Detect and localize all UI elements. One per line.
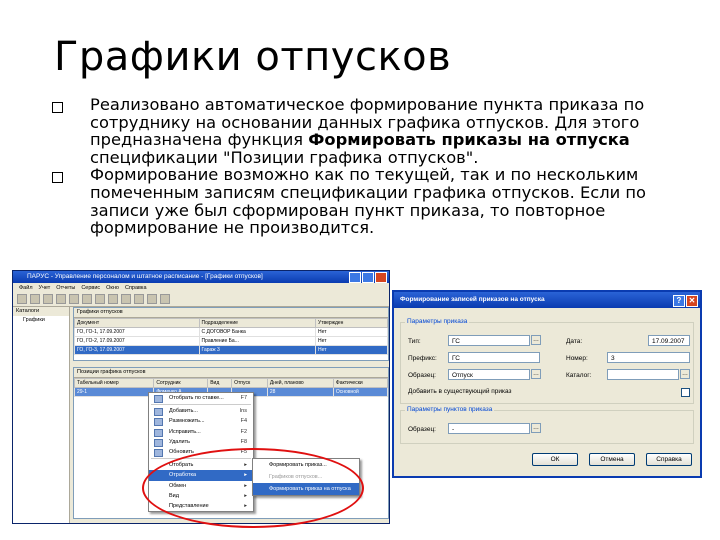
copy-icon bbox=[154, 418, 163, 427]
toolbar-button[interactable] bbox=[121, 294, 131, 304]
close-icon[interactable] bbox=[375, 272, 387, 283]
toolbar-button[interactable] bbox=[95, 294, 105, 304]
catalog-field[interactable] bbox=[607, 369, 679, 380]
toolbar-button[interactable] bbox=[17, 294, 27, 304]
maximize-icon[interactable] bbox=[362, 272, 374, 283]
menu-file[interactable]: Файл bbox=[19, 283, 33, 293]
toolbar-button[interactable] bbox=[160, 294, 170, 304]
table-row[interactable]: ГО, ГО-2, 17.09.2007 Правление Ба... Нет bbox=[74, 336, 388, 346]
column-header[interactable]: Вид bbox=[207, 378, 233, 388]
number-field[interactable]: 3 bbox=[607, 352, 690, 363]
menu-bar: Файл Учет Отчеты Сервис Окно Справка bbox=[13, 283, 389, 293]
toolbar-button[interactable] bbox=[43, 294, 53, 304]
close-icon[interactable]: ✕ bbox=[686, 295, 698, 307]
minimize-icon[interactable] bbox=[349, 272, 361, 283]
bullet-list: Реализовано автоматическое формирование … bbox=[48, 96, 698, 237]
column-header[interactable]: Фактически bbox=[332, 378, 389, 388]
column-header[interactable]: Документ bbox=[74, 318, 200, 328]
toolbar-button[interactable] bbox=[134, 294, 144, 304]
add-existing-label: Добавить в существующий приказ bbox=[408, 388, 512, 395]
main-window-titlebar: ПАРУС - Управление персоналом и штатное … bbox=[13, 271, 389, 283]
toolbar-button[interactable] bbox=[147, 294, 157, 304]
column-header[interactable]: Отпуск bbox=[231, 378, 268, 388]
catalog-item-schedules[interactable]: Графики bbox=[13, 316, 69, 325]
menu-item-delete[interactable]: Удалить F8 bbox=[149, 437, 253, 447]
menu-divider bbox=[151, 404, 251, 406]
bullet-item: Реализовано автоматическое формирование … bbox=[48, 96, 698, 166]
add-icon bbox=[154, 408, 163, 417]
grid-caption: Графики отпусков bbox=[74, 308, 388, 318]
bullet-text: Формирование возможно как по текущей, та… bbox=[90, 165, 646, 238]
function-name: Формировать приказы на отпуска bbox=[308, 130, 630, 150]
toolbar-button[interactable] bbox=[69, 294, 79, 304]
type-picker-button[interactable]: … bbox=[531, 335, 541, 345]
column-header[interactable]: Дней, планово bbox=[266, 378, 334, 388]
catalog-label: Каталог: bbox=[566, 372, 592, 379]
column-header[interactable]: Табельный номер bbox=[73, 378, 155, 388]
help-icon[interactable]: ? bbox=[673, 295, 685, 307]
square-bullet-icon bbox=[52, 172, 63, 184]
schedules-grid: Графики отпусков Документ Подразделение … bbox=[73, 307, 389, 361]
column-header[interactable]: Подразделение bbox=[198, 318, 317, 328]
menu-accounting[interactable]: Учет bbox=[39, 283, 51, 293]
prefix-label: Префикс: bbox=[408, 355, 437, 362]
menu-item-add[interactable]: Добавить... Ins bbox=[149, 406, 253, 417]
grid-caption: Позиции графика отпусков bbox=[74, 368, 388, 378]
column-header[interactable]: Сотрудник bbox=[153, 378, 209, 388]
add-existing-checkbox[interactable] bbox=[681, 388, 690, 397]
toolbar bbox=[13, 293, 389, 307]
sample-label: Образец: bbox=[408, 372, 436, 379]
catalog-picker-button[interactable]: … bbox=[680, 369, 690, 379]
toolbar-button[interactable] bbox=[108, 294, 118, 304]
bullet-text: Реализовано автоматическое формирование … bbox=[90, 95, 645, 167]
group-title: Параметры пунктов приказа bbox=[405, 406, 495, 413]
menu-item-duplicate[interactable]: Размножить... F4 bbox=[149, 416, 253, 427]
toolbar-button[interactable] bbox=[30, 294, 40, 304]
sample-picker-button[interactable]: … bbox=[531, 369, 541, 379]
type-field[interactable]: ГС bbox=[448, 335, 530, 346]
sample2-label: Образец: bbox=[408, 426, 436, 433]
sample-field[interactable]: Отпуск bbox=[448, 369, 530, 380]
bullet-item: Формирование возможно как по текущей, та… bbox=[48, 165, 698, 238]
ok-button[interactable]: ОК bbox=[532, 453, 578, 466]
menu-reports[interactable]: Отчеты bbox=[56, 283, 75, 293]
sample2-field[interactable]: - bbox=[448, 423, 530, 434]
number-label: Номер: bbox=[566, 355, 588, 362]
table-row[interactable]: ГО, ГО-3, 17.09.2007 Гараж 3 Нет bbox=[74, 345, 388, 355]
item-params-group: Параметры пунктов приказа bbox=[400, 406, 694, 444]
dialog-title: Формирование записей приказов на отпуска bbox=[400, 296, 545, 303]
delete-icon bbox=[154, 438, 163, 447]
table-row[interactable]: ГО, ГО-1, 17.09.2007 С ДОГОВОР Банка Нет bbox=[74, 327, 388, 337]
date-field[interactable]: 17.09.2007 bbox=[648, 335, 690, 346]
prefix-field[interactable]: ГС bbox=[448, 352, 540, 363]
catalog-pane: Каталоги Графики bbox=[13, 307, 70, 523]
column-header[interactable]: Утвержден bbox=[315, 318, 388, 328]
edit-icon bbox=[154, 428, 163, 437]
form-orders-dialog: Формирование записей приказов на отпуска… bbox=[392, 290, 702, 478]
menu-window[interactable]: Окно bbox=[106, 283, 119, 293]
square-bullet-icon bbox=[52, 102, 63, 113]
type-label: Тип: bbox=[408, 338, 421, 345]
sample2-picker-button[interactable]: … bbox=[531, 423, 541, 433]
menu-item-select-by-rate[interactable]: Отобрать по ставке... F7 bbox=[149, 393, 253, 403]
date-label: Дата: bbox=[566, 338, 583, 345]
toolbar-button[interactable] bbox=[82, 294, 92, 304]
catalog-header: Каталоги bbox=[13, 307, 69, 316]
slide-title: Графики отпусков bbox=[54, 34, 452, 80]
dialog-titlebar: Формирование записей приказов на отпуска… bbox=[394, 292, 700, 308]
menu-help[interactable]: Справка bbox=[125, 283, 147, 293]
menu-item-edit[interactable]: Исправить... F2 bbox=[149, 427, 253, 437]
group-title: Параметры приказа bbox=[405, 318, 470, 325]
cancel-button[interactable]: Отмена bbox=[589, 453, 635, 466]
refresh-icon bbox=[154, 448, 163, 457]
highlight-ellipse bbox=[142, 448, 364, 528]
menu-service[interactable]: Сервис bbox=[81, 283, 100, 293]
toolbar-button[interactable] bbox=[56, 294, 66, 304]
filter-icon bbox=[154, 395, 163, 403]
help-button[interactable]: Справка bbox=[646, 453, 692, 466]
